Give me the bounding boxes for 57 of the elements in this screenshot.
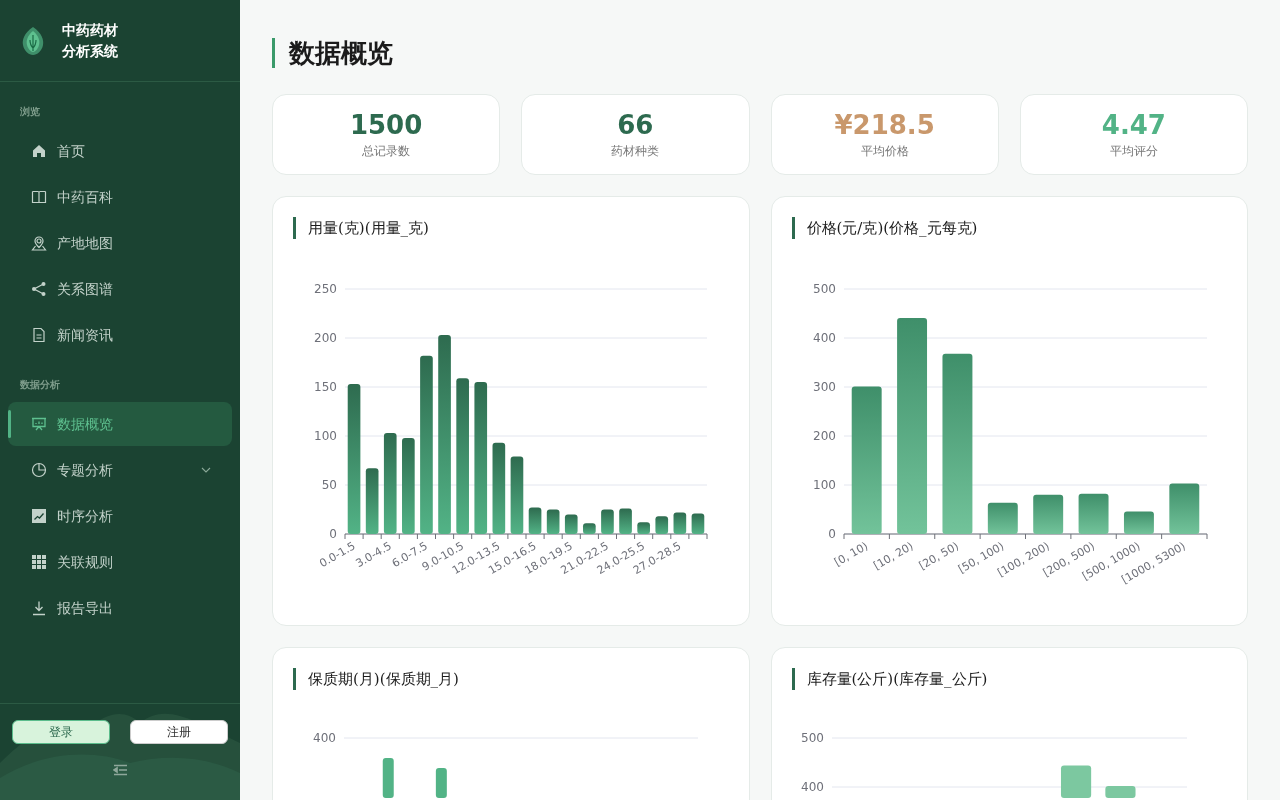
axis-label: 0 bbox=[827, 527, 836, 541]
axis-label: 250 bbox=[314, 282, 337, 296]
presentation-icon bbox=[31, 416, 47, 432]
stat-label: 总记录数 bbox=[362, 142, 411, 160]
chart-title: 价格(元/克)(价格_元每克) bbox=[791, 217, 1227, 239]
axis-label: 400 bbox=[812, 331, 836, 345]
stat-label: 药材种类 bbox=[611, 142, 660, 160]
book-icon bbox=[31, 189, 47, 205]
chart-title: 保质期(月)(保质期_月) bbox=[293, 668, 729, 690]
document-icon bbox=[31, 327, 47, 343]
app-title: 中药药材 分析系统 bbox=[62, 20, 118, 61]
share-icon bbox=[31, 281, 47, 297]
line-chart-icon bbox=[31, 508, 47, 524]
axis-label: 500 bbox=[800, 731, 824, 745]
register-button[interactable]: 注册 bbox=[130, 720, 228, 744]
nav-item[interactable]: 中药百科 bbox=[8, 175, 232, 219]
section-label: 浏览 bbox=[19, 105, 41, 119]
axis-label: [0, 10) bbox=[831, 539, 870, 569]
stat-value: 1500 bbox=[349, 109, 423, 140]
nav-item[interactable]: 时序分析 bbox=[8, 494, 232, 538]
stat-value: 4.47 bbox=[1101, 109, 1166, 140]
nav-item[interactable]: 专题分析 bbox=[8, 448, 232, 492]
chart-title: 库存量(公斤)(库存量_公斤) bbox=[791, 668, 1227, 690]
chart-title: 用量(克)(用量_克) bbox=[293, 217, 729, 239]
leaf-logo-icon bbox=[20, 25, 46, 56]
axis-label: 400 bbox=[313, 731, 336, 745]
page-title: 数据概览 bbox=[272, 38, 1248, 68]
nav-item[interactable]: 关系图谱 bbox=[8, 267, 232, 311]
axis-label: 100 bbox=[812, 478, 836, 492]
axis-label: 300 bbox=[812, 380, 836, 394]
axis-label: 200 bbox=[314, 331, 337, 345]
stat-value: ¥218.5 bbox=[834, 109, 935, 140]
collapse-menu-icon[interactable] bbox=[112, 764, 128, 776]
axis-label: 150 bbox=[314, 380, 337, 394]
nav-item[interactable]: 报告导出 bbox=[8, 586, 232, 630]
nav-item[interactable]: 关联规则 bbox=[8, 540, 232, 584]
axis-label: 50 bbox=[321, 478, 337, 492]
axis-label: [10, 20) bbox=[870, 539, 916, 573]
nav-item[interactable]: 首页 bbox=[8, 129, 232, 173]
axis-label: 500 bbox=[812, 282, 836, 296]
axis-label: 0 bbox=[329, 527, 337, 541]
download-icon bbox=[31, 600, 47, 616]
home-icon bbox=[31, 143, 47, 159]
section-label: 数据分析 bbox=[19, 378, 61, 392]
nav-item[interactable]: 产地地图 bbox=[8, 221, 232, 265]
nav-item[interactable]: 数据概览 bbox=[8, 402, 232, 446]
axis-label: 200 bbox=[812, 429, 836, 443]
map-pin-icon bbox=[31, 235, 47, 251]
stat-label: 平均价格 bbox=[860, 142, 909, 160]
grid-icon bbox=[31, 554, 47, 570]
nav-item[interactable]: 新闻资讯 bbox=[8, 313, 232, 357]
stat-label: 平均评分 bbox=[1109, 142, 1158, 160]
pie-chart-icon bbox=[31, 462, 47, 478]
axis-label: 400 bbox=[800, 780, 824, 794]
stat-value: 66 bbox=[617, 109, 654, 140]
login-button[interactable]: 登录 bbox=[12, 720, 110, 744]
axis-label: 100 bbox=[314, 429, 337, 443]
